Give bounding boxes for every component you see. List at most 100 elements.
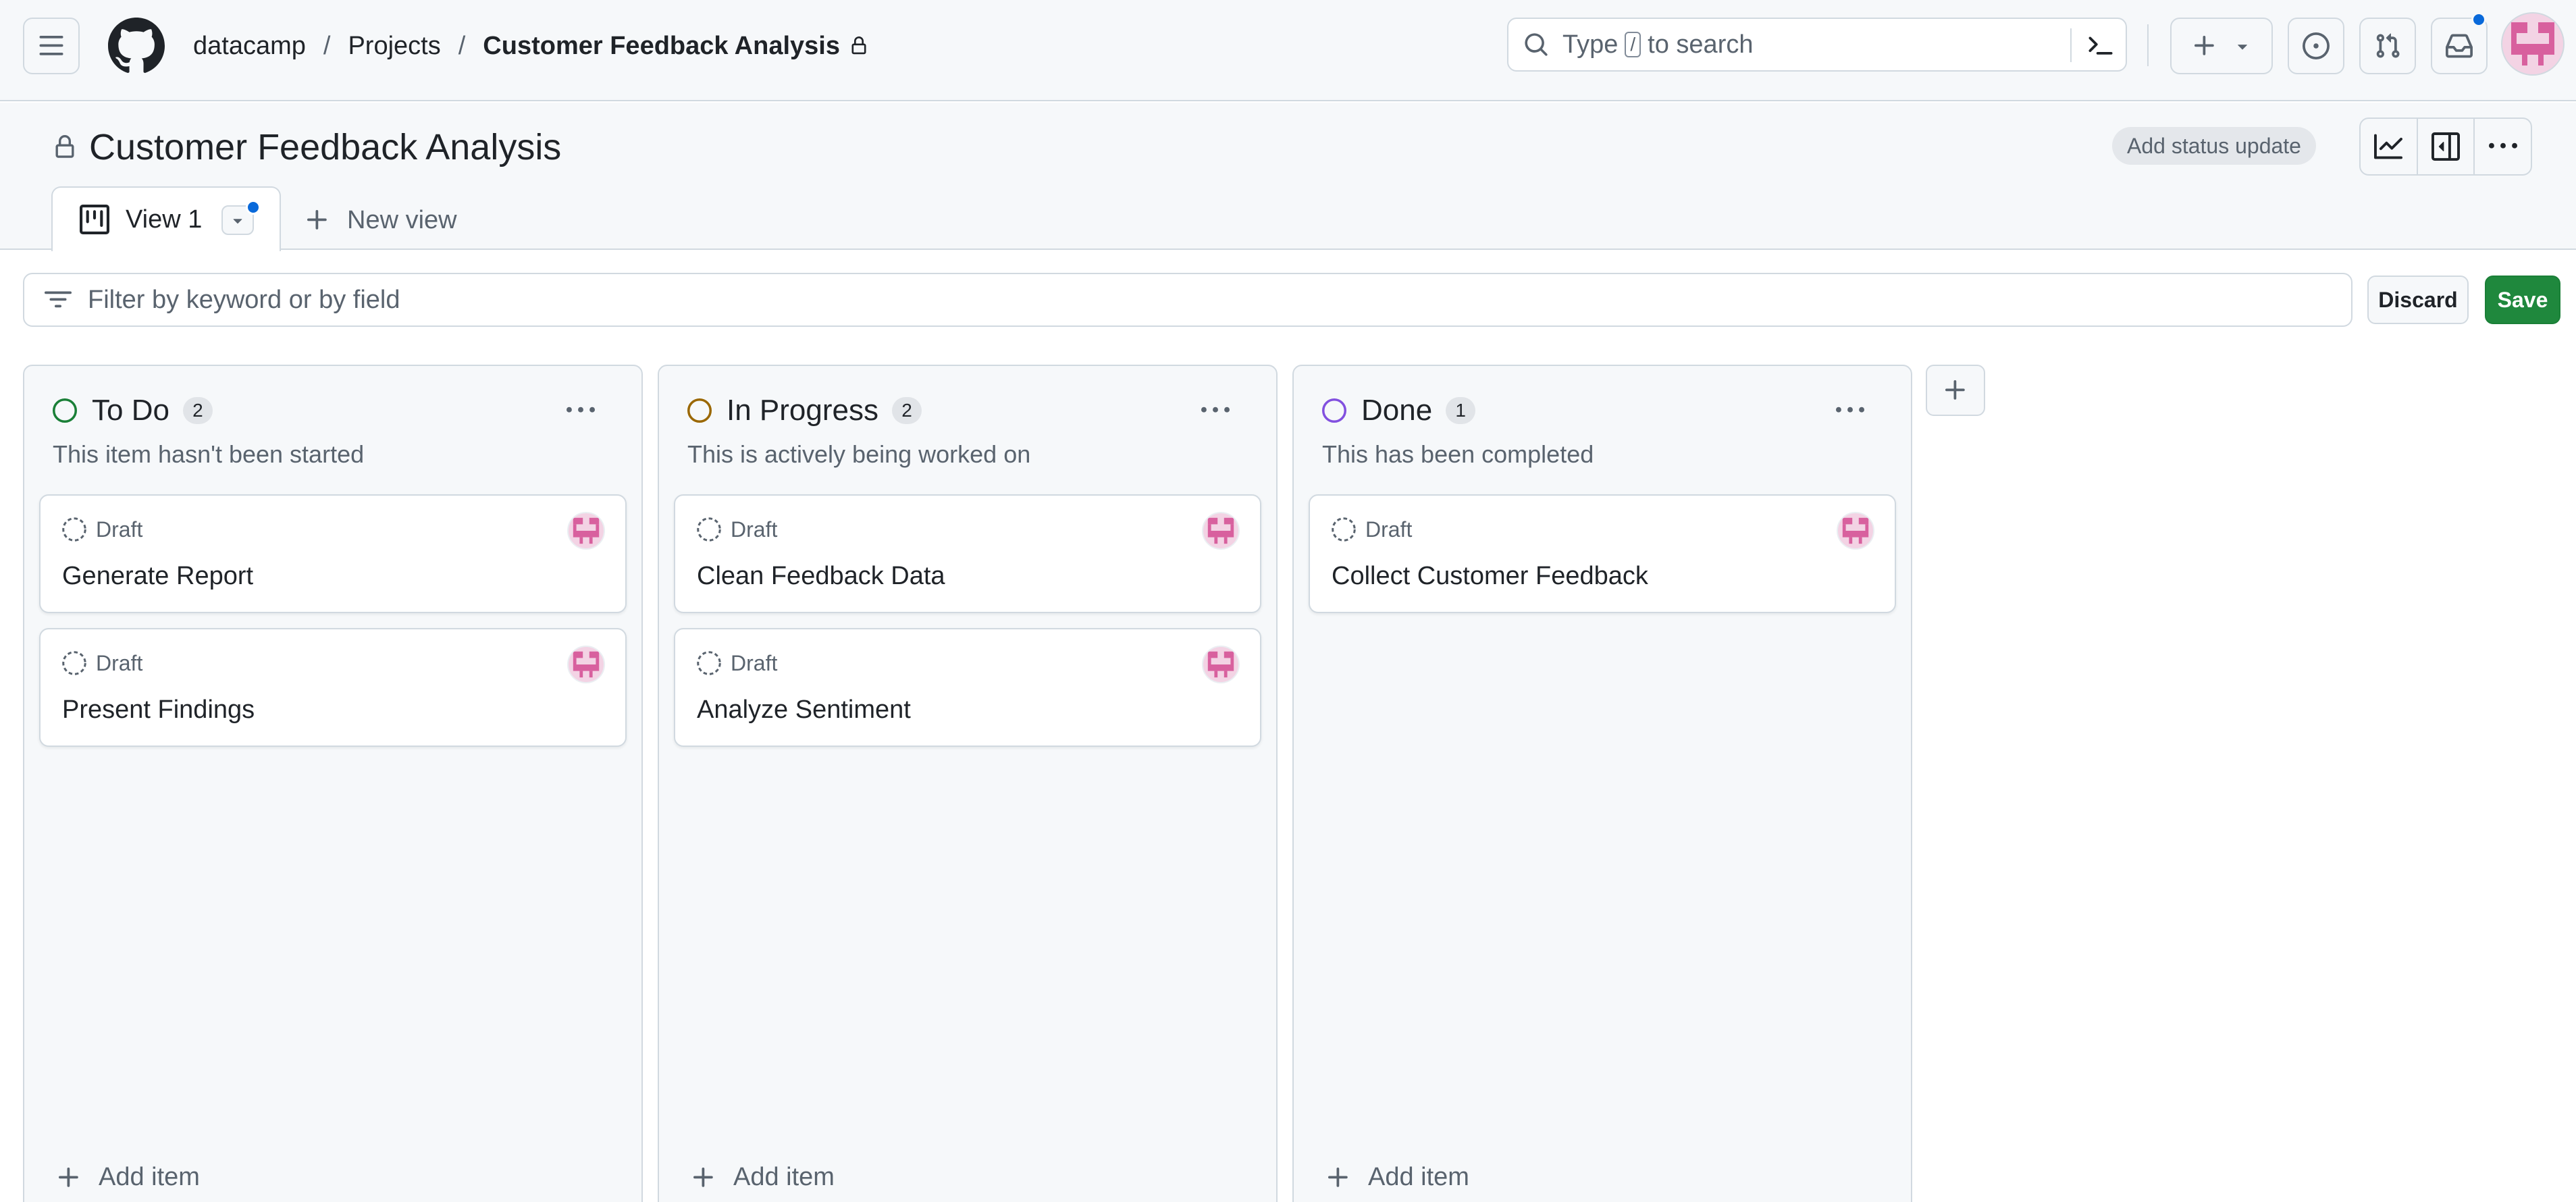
identicon-icon — [570, 515, 602, 547]
board-card[interactable]: Draft Analyze Sentiment — [674, 628, 1261, 747]
graph-icon — [2374, 134, 2403, 159]
sidebar-expand-icon — [2432, 132, 2460, 161]
card-status-label: Draft — [1365, 517, 1413, 542]
command-palette-button[interactable] — [2084, 28, 2118, 62]
assignee-avatar[interactable] — [1202, 646, 1240, 683]
column-header: To Do 2 — [51, 390, 614, 431]
column-description: This has been completed — [1322, 440, 1594, 468]
board-card[interactable]: Draft Present Findings — [39, 628, 627, 747]
lock-icon — [53, 135, 77, 159]
assignee-avatar[interactable] — [567, 512, 605, 550]
search-input[interactable]: Type / to search — [1507, 18, 2127, 72]
user-avatar[interactable] — [2501, 12, 2565, 76]
project-actions-group — [2359, 117, 2532, 176]
card-title[interactable]: Collect Customer Feedback — [1332, 562, 1648, 591]
pull-requests-button[interactable] — [2359, 18, 2416, 74]
card-title[interactable]: Clean Feedback Data — [697, 562, 945, 591]
issue-draft-icon — [1332, 517, 1356, 542]
lock-icon — [849, 36, 868, 55]
identicon-icon — [570, 648, 602, 681]
card-title[interactable]: Analyze Sentiment — [697, 696, 911, 725]
issue-draft-icon — [62, 651, 86, 675]
card-status: Draft — [61, 516, 142, 543]
search-suffix-text: to search — [1648, 30, 1754, 59]
breadcrumb-org-link[interactable]: datacamp — [193, 32, 306, 61]
add-column-button[interactable] — [1926, 365, 1985, 416]
kebab-horizontal-icon — [1836, 407, 1864, 413]
assignee-avatar[interactable] — [1837, 512, 1874, 550]
new-view-button[interactable]: New view — [304, 201, 457, 239]
plus-icon — [59, 1167, 78, 1187]
breadcrumb-separator: / — [323, 31, 331, 60]
terminal-icon — [2088, 36, 2113, 55]
search-shortcut-key: / — [1625, 32, 1641, 57]
status-circle-icon — [687, 398, 712, 423]
issue-opened-icon — [2303, 32, 2330, 59]
save-button[interactable]: Save — [2485, 276, 2560, 324]
notification-indicator — [2471, 12, 2486, 27]
column-description: This item hasn't been started — [53, 440, 365, 468]
issues-button[interactable] — [2288, 18, 2344, 74]
column-title: To Do — [92, 394, 169, 427]
identicon-icon — [1839, 515, 1872, 547]
tab-view-1[interactable]: View 1 — [51, 186, 281, 251]
board-card[interactable]: Draft Collect Customer Feedback — [1309, 494, 1896, 613]
board-column: In Progress 2 This is actively being worke… — [658, 365, 1278, 1202]
breadcrumb-separator: / — [458, 31, 466, 60]
kebab-horizontal-icon — [567, 407, 595, 413]
board-card[interactable]: Draft Clean Feedback Data — [674, 494, 1261, 613]
column-title: In Progress — [727, 394, 878, 427]
add-item-button[interactable]: Add item — [690, 1163, 835, 1192]
view-options-button[interactable] — [221, 200, 261, 235]
hamburger-menu-button[interactable] — [23, 18, 80, 74]
add-item-button[interactable]: Add item — [55, 1163, 200, 1192]
global-header: datacamp / Projects / Customer Feedback … — [0, 0, 2576, 101]
add-item-button[interactable]: Add item — [1325, 1163, 1469, 1192]
kebab-horizontal-icon — [2488, 142, 2517, 149]
board-icon — [80, 205, 109, 234]
column-menu-button[interactable] — [1830, 397, 1870, 424]
tab-label: View 1 — [126, 205, 203, 234]
column-count-badge: 2 — [891, 397, 922, 424]
project-more-options-button[interactable] — [2473, 119, 2531, 174]
filter-input[interactable]: Filter by keyword or by field — [23, 273, 2352, 327]
search-icon — [1523, 32, 1549, 57]
assignee-avatar[interactable] — [567, 646, 605, 683]
column-header: Done 1 — [1321, 390, 1884, 431]
board-card[interactable]: Draft Generate Report — [39, 494, 627, 613]
kebab-horizontal-icon — [1201, 407, 1230, 413]
plus-icon — [693, 1167, 713, 1187]
project-title-text[interactable]: Customer Feedback Analysis — [89, 126, 561, 168]
discard-button[interactable]: Discard — [2367, 276, 2469, 324]
column-menu-button[interactable] — [1195, 397, 1236, 424]
new-view-label: New view — [347, 205, 457, 234]
card-status-label: Draft — [96, 517, 143, 542]
breadcrumb-project-link[interactable]: Customer Feedback Analysis — [483, 32, 840, 61]
card-title[interactable]: Present Findings — [62, 696, 255, 725]
unsaved-changes-indicator — [246, 200, 261, 215]
create-new-button[interactable] — [2170, 18, 2273, 74]
add-status-update-button[interactable]: Add status update — [2112, 127, 2316, 165]
board-column: To Do 2 This item hasn't been started Draft… — [23, 365, 643, 1202]
column-count-badge: 1 — [1446, 397, 1476, 424]
triangle-down-icon — [2237, 45, 2247, 50]
breadcrumb-projects-link[interactable]: Projects — [348, 32, 440, 61]
git-pull-request-icon — [2376, 33, 2400, 58]
insights-button[interactable] — [2361, 119, 2417, 174]
add-item-label: Add item — [99, 1163, 200, 1191]
search-divider — [2070, 28, 2072, 62]
column-header: In Progress 2 — [686, 390, 1249, 431]
assignee-avatar[interactable] — [1202, 512, 1240, 550]
status-circle-icon — [53, 398, 77, 423]
card-title[interactable]: Generate Report — [62, 562, 253, 591]
column-menu-button[interactable] — [560, 397, 601, 424]
project-details-button[interactable] — [2416, 119, 2474, 174]
hamburger-icon — [39, 36, 63, 55]
column-title: Done — [1361, 394, 1433, 427]
card-status-label: Draft — [96, 650, 143, 675]
triangle-down-icon — [233, 219, 242, 224]
github-logo-icon[interactable] — [108, 18, 165, 74]
inbox-icon — [2446, 34, 2473, 58]
filter-placeholder: Filter by keyword or by field — [88, 285, 400, 314]
filter-icon — [45, 291, 72, 308]
